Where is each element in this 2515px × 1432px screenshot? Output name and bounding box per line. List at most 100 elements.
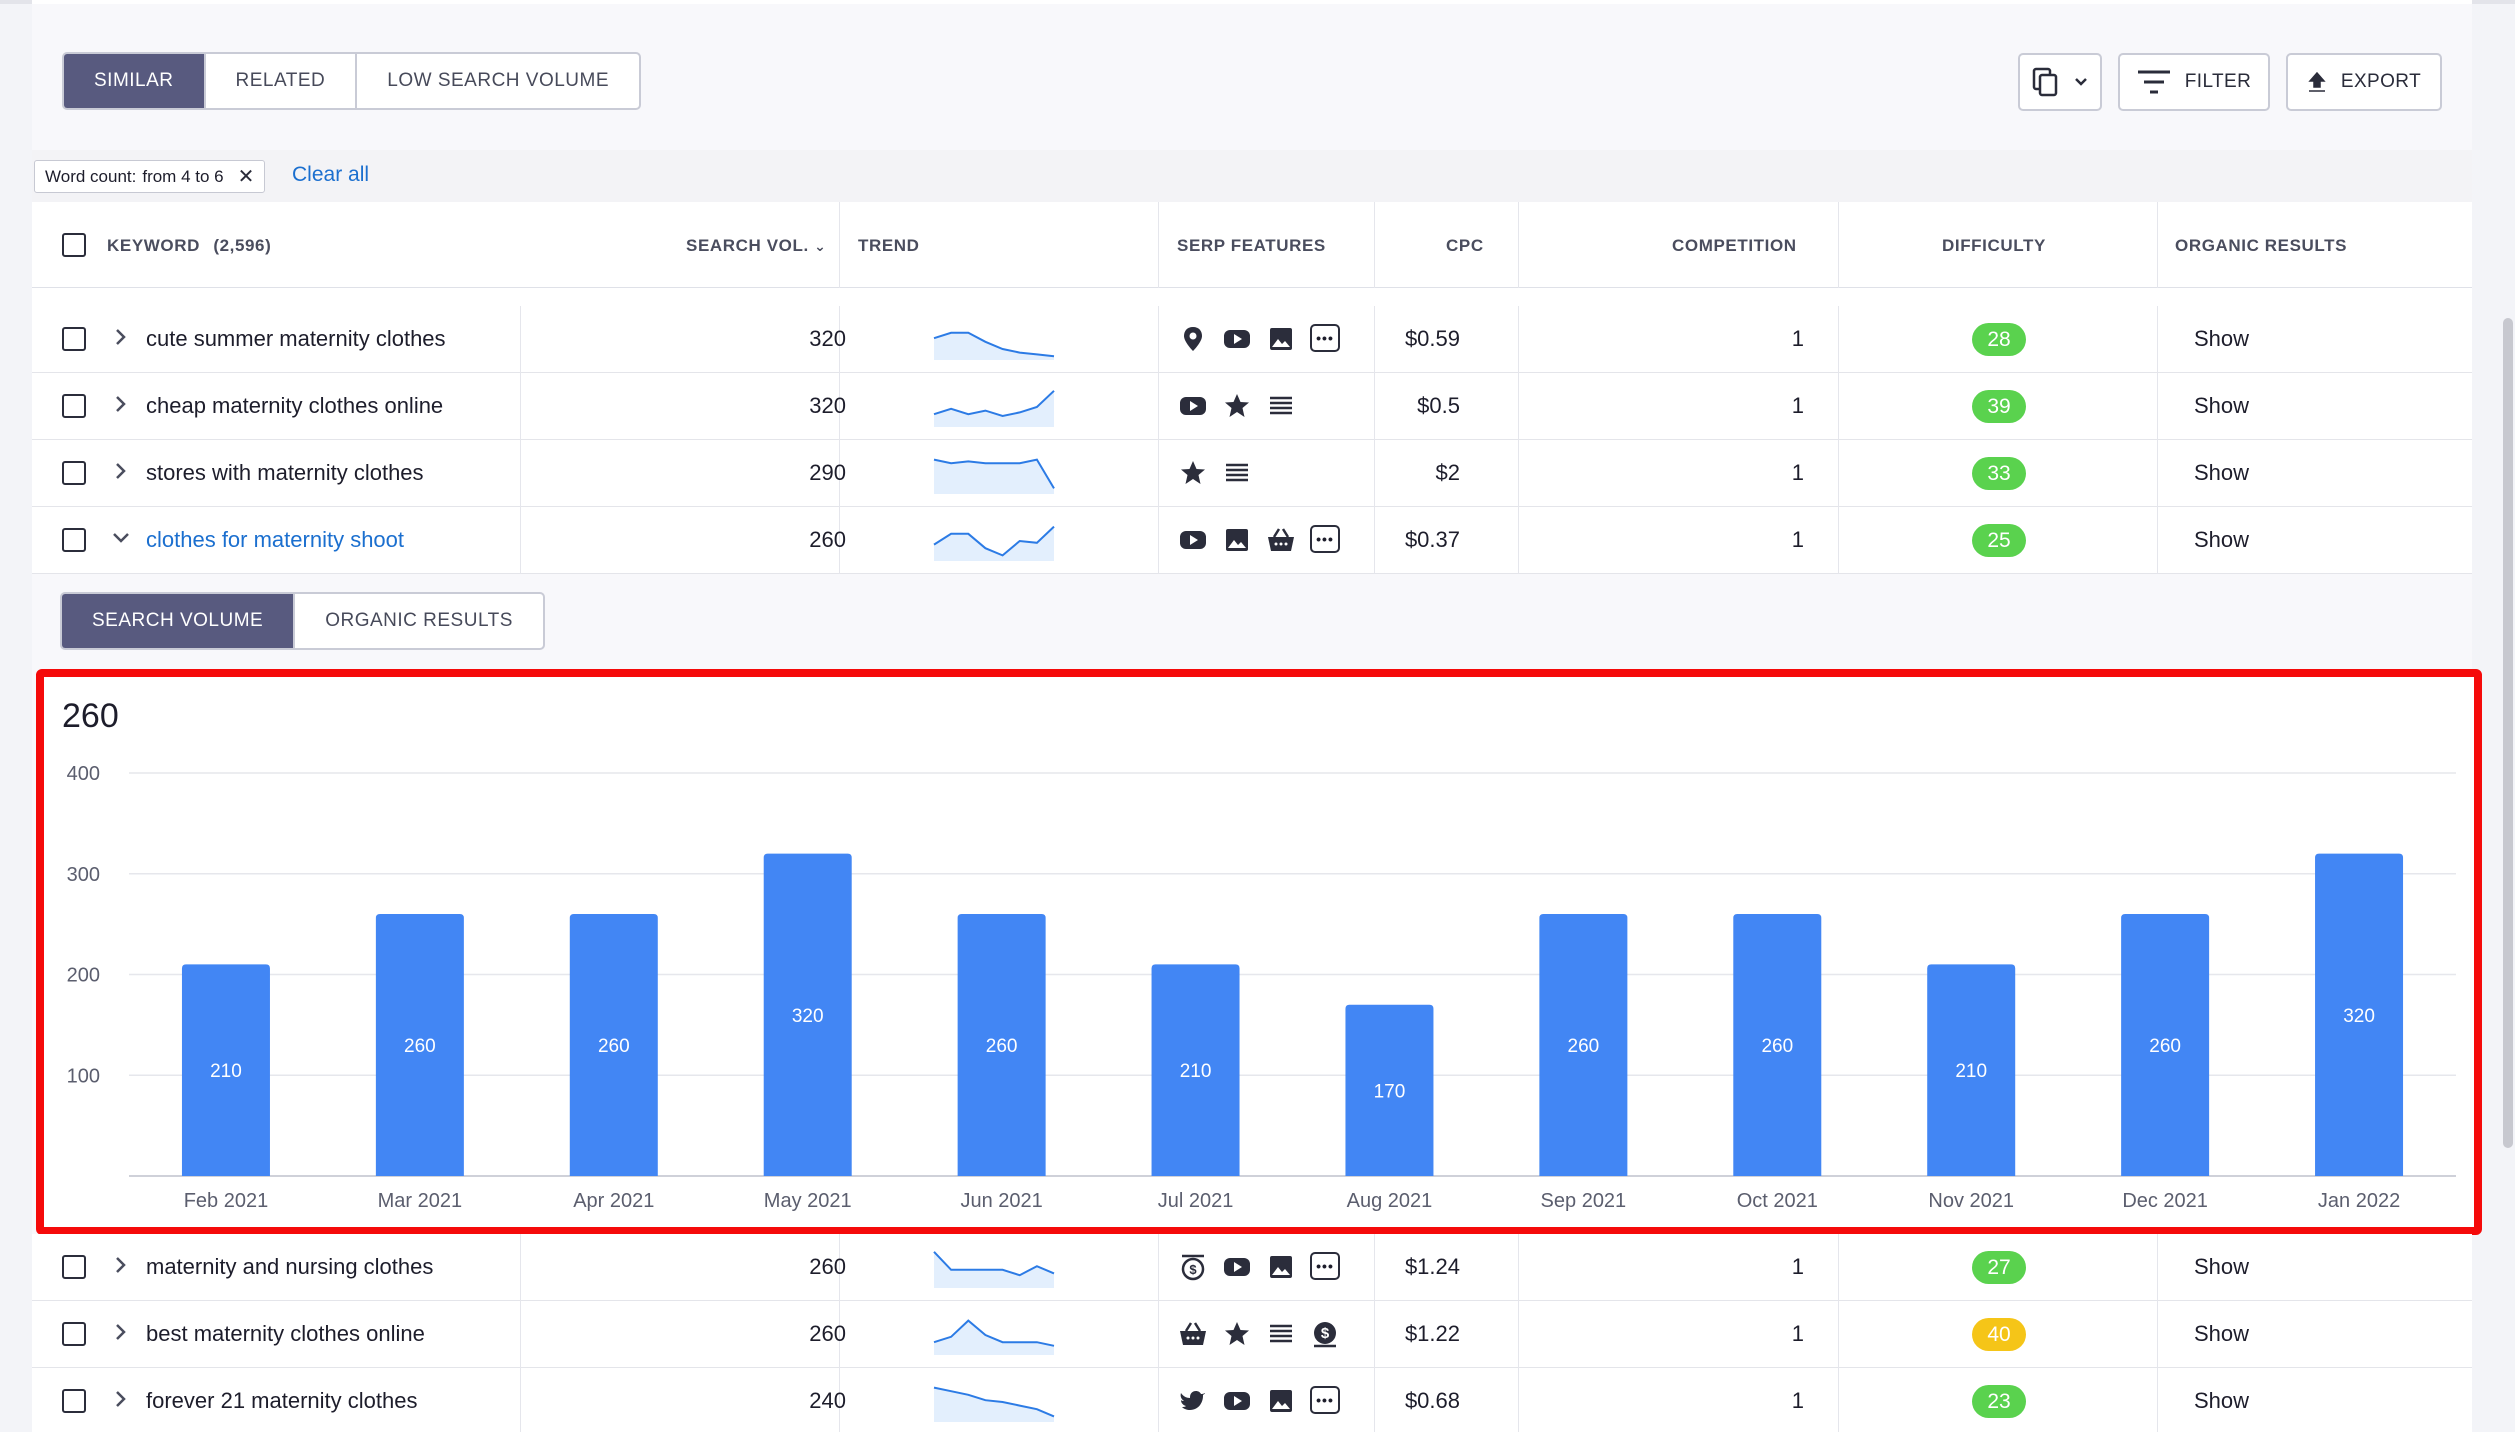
keyword-link[interactable]: forever 21 maternity clothes xyxy=(146,1388,417,1414)
show-organic-link[interactable]: Show xyxy=(2194,326,2249,352)
y-tick-label: 200 xyxy=(67,965,100,987)
star-icon xyxy=(1225,1322,1249,1345)
col-search-volume[interactable]: SEARCH VOL. ⌄ xyxy=(686,236,826,256)
y-tick-label: 100 xyxy=(67,1065,100,1087)
svg-text:$: $ xyxy=(1189,1262,1197,1277)
x-tick-label: Apr 2021 xyxy=(573,1190,654,1212)
col-keyword[interactable]: KEYWORD (2,596) xyxy=(107,236,271,256)
bar-value-label: 260 xyxy=(598,1036,630,1057)
cpc-value: $0.68 xyxy=(1404,1388,1460,1413)
chevron-right-icon[interactable] xyxy=(110,1254,132,1276)
trend-sparkline xyxy=(933,331,1055,360)
dollar-stack-icon: $ xyxy=(1181,1254,1205,1281)
dollar-icon: $ xyxy=(1314,1322,1336,1348)
keyword-type-tabs: SIMILAR RELATED LOW SEARCH VOLUME xyxy=(62,52,642,110)
keyword-link[interactable]: maternity and nursing clothes xyxy=(146,1254,433,1280)
filter-button[interactable]: FILTER xyxy=(2118,53,2270,111)
export-button[interactable]: EXPORT xyxy=(2286,53,2442,111)
vertical-scrollbar[interactable] xyxy=(2503,318,2513,1148)
serp-features: $ xyxy=(1178,1319,1340,1349)
image-icon xyxy=(1270,1390,1292,1412)
row-checkbox[interactable] xyxy=(62,1255,86,1279)
difficulty-badge: 33 xyxy=(1972,457,2026,490)
table-row[interactable]: forever 21 maternity clothes 240 ••• $0.68 1… xyxy=(32,1368,2472,1432)
youtube-icon xyxy=(1224,1258,1250,1276)
x-tick-label: Feb 2021 xyxy=(184,1190,269,1212)
chevron-right-icon[interactable] xyxy=(110,326,132,348)
show-organic-link[interactable]: Show xyxy=(2194,1254,2249,1280)
search-volume: 260 xyxy=(809,527,846,552)
competition-value: 1 xyxy=(1791,393,1804,418)
row-checkbox[interactable] xyxy=(62,327,86,351)
close-icon[interactable]: ✕ xyxy=(238,164,255,189)
row-checkbox[interactable] xyxy=(62,528,86,552)
row-checkbox[interactable] xyxy=(62,394,86,418)
image-icon xyxy=(1270,328,1292,350)
serp-features: ••• xyxy=(1178,525,1340,555)
table-row[interactable]: stores with maternity clothes 290 $2 1 33 Sho… xyxy=(32,440,2472,507)
competition-value: 1 xyxy=(1791,1321,1804,1346)
sort-chevron-icon: ⌄ xyxy=(814,238,827,254)
cpc-value: $1.24 xyxy=(1404,1254,1460,1279)
more-icon[interactable]: ••• xyxy=(1310,324,1340,352)
x-tick-label: Mar 2021 xyxy=(378,1190,463,1212)
show-organic-link[interactable]: Show xyxy=(2194,460,2249,486)
row-checkbox[interactable] xyxy=(62,1322,86,1346)
chevron-right-icon[interactable] xyxy=(110,460,132,482)
keyword-link[interactable]: cute summer maternity clothes xyxy=(146,326,446,352)
col-difficulty[interactable]: DIFFICULTY xyxy=(1942,236,2046,256)
table-row[interactable]: best maternity clothes online 260 $ $1.22 1 4… xyxy=(32,1301,2472,1368)
tab-organic-results[interactable]: ORGANIC RESULTS xyxy=(295,594,543,648)
cpc-value: $0.5 xyxy=(1417,393,1460,418)
row-checkbox[interactable] xyxy=(62,1389,86,1413)
chevron-right-icon[interactable] xyxy=(110,393,132,415)
tab-similar[interactable]: SIMILAR xyxy=(64,54,206,108)
col-competition[interactable]: COMPETITION xyxy=(1672,236,1797,256)
serp-features: ••• xyxy=(1178,1386,1340,1416)
x-tick-label: Oct 2021 xyxy=(1737,1190,1818,1212)
col-serp-features[interactable]: SERP FEATURES xyxy=(1177,236,1326,256)
cpc-value: $1.22 xyxy=(1404,1321,1460,1346)
keyword-link[interactable]: clothes for maternity shoot xyxy=(146,527,404,553)
col-cpc[interactable]: CPC xyxy=(1446,236,1484,256)
tab-related[interactable]: RELATED xyxy=(206,54,358,108)
row-checkbox[interactable] xyxy=(62,461,86,485)
bar-value-label: 260 xyxy=(1568,1036,1600,1057)
bar-value-label: 260 xyxy=(2149,1036,2181,1057)
keyword-link[interactable]: cheap maternity clothes online xyxy=(146,393,443,419)
show-organic-link[interactable]: Show xyxy=(2194,1388,2249,1414)
clear-all-link[interactable]: Clear all xyxy=(292,163,369,187)
show-organic-link[interactable]: Show xyxy=(2194,393,2249,419)
tab-low-search-volume[interactable]: LOW SEARCH VOLUME xyxy=(357,54,639,108)
trend-sparkline xyxy=(933,1251,1055,1288)
keyword-link[interactable]: stores with maternity clothes xyxy=(146,460,424,486)
difficulty-badge: 23 xyxy=(1972,1385,2026,1418)
table-row[interactable]: cute summer maternity clothes 320 ••• $0.59… xyxy=(32,306,2472,373)
keyword-link[interactable]: best maternity clothes online xyxy=(146,1321,425,1347)
col-organic-results[interactable]: ORGANIC RESULTS xyxy=(2175,236,2347,256)
bar-value-label: 170 xyxy=(1374,1081,1406,1102)
bar-value-label: 260 xyxy=(986,1036,1018,1057)
chevron-down-icon xyxy=(2075,78,2087,86)
show-organic-link[interactable]: Show xyxy=(2194,527,2249,553)
more-icon[interactable]: ••• xyxy=(1310,1252,1340,1280)
active-filters-bar: Word count: from 4 to 6 ✕ xyxy=(32,150,2472,202)
col-trend[interactable]: TREND xyxy=(858,236,920,256)
more-icon[interactable]: ••• xyxy=(1310,525,1340,553)
chevron-right-icon[interactable] xyxy=(110,1388,132,1410)
word-count-filter-chip[interactable]: Word count: from 4 to 6 ✕ xyxy=(34,160,266,193)
tab-search-volume[interactable]: SEARCH VOLUME xyxy=(62,594,296,648)
search-volume: 260 xyxy=(809,1254,846,1279)
table-row[interactable]: maternity and nursing clothes 260 $ ••• $1.2… xyxy=(32,1234,2472,1301)
table-row[interactable]: cheap maternity clothes online 320 $0.5 1 39… xyxy=(32,373,2472,440)
table-header: KEYWORD (2,596) SEARCH VOL. ⌄ TREND SERP… xyxy=(32,202,2472,288)
more-icon[interactable]: ••• xyxy=(1310,1386,1340,1414)
chevron-right-icon[interactable] xyxy=(110,1321,132,1343)
star-icon xyxy=(1181,461,1205,484)
chevron-down-icon[interactable] xyxy=(110,527,132,549)
x-tick-label: Nov 2021 xyxy=(1928,1190,2014,1212)
copy-dropdown-button[interactable] xyxy=(2018,53,2102,111)
show-organic-link[interactable]: Show xyxy=(2194,1321,2249,1347)
select-all-checkbox[interactable] xyxy=(62,233,86,257)
table-row[interactable]: clothes for maternity shoot 260 ••• $0.37 1 2… xyxy=(32,507,2472,574)
